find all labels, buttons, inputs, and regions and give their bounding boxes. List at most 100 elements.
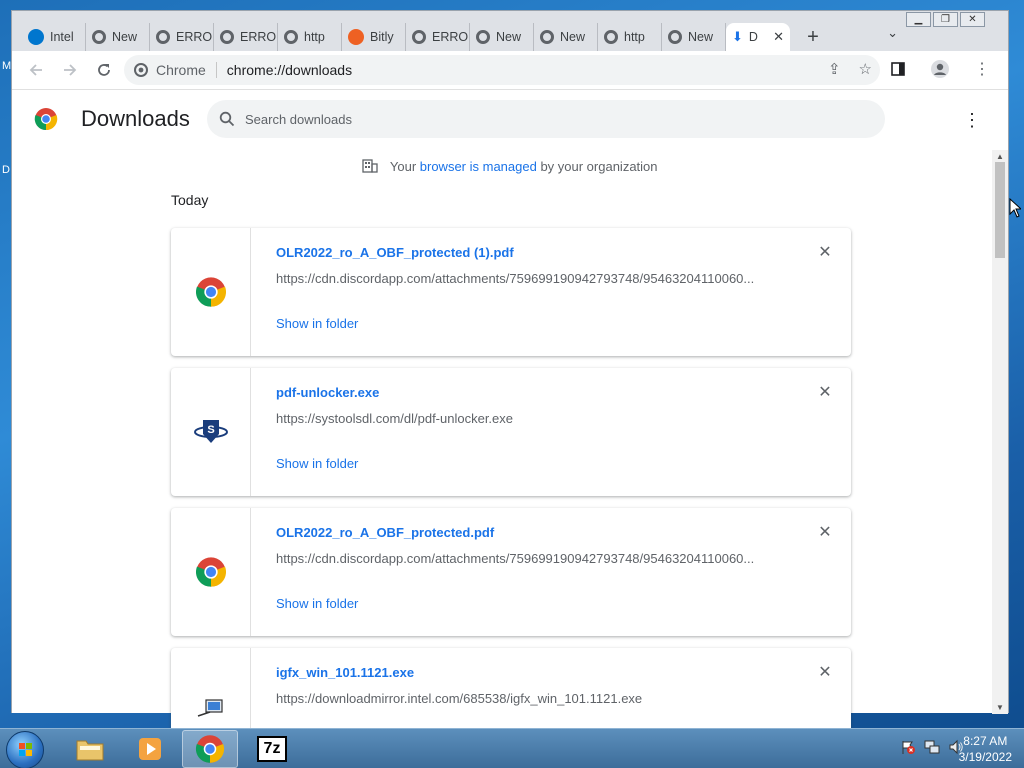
omnibox-actions: ⇪ ☆: [828, 60, 872, 78]
globe-icon: [284, 30, 298, 44]
building-icon: [362, 159, 379, 173]
new-tab-button[interactable]: +: [798, 23, 828, 51]
chrome-logo-icon: [34, 107, 58, 136]
browser-tab[interactable]: ERRO: [214, 23, 278, 51]
chromium-icon: [540, 30, 554, 44]
profile-avatar-icon[interactable]: [926, 55, 954, 83]
tab-title: D: [748, 30, 758, 44]
chromium-icon: [476, 30, 490, 44]
page-scrollbar[interactable]: ▲ ▼: [992, 150, 1008, 714]
reload-icon: [98, 64, 110, 76]
action-center-flag-icon[interactable]: [900, 739, 916, 760]
show-in-folder-link[interactable]: Show in folder: [276, 316, 358, 331]
share-icon[interactable]: ⇪: [828, 60, 841, 78]
browser-tab[interactable]: New: [534, 23, 598, 51]
tab-strip: Intel New ERRO ERRO http Bitly ERRO New New http N…: [12, 23, 1008, 51]
taskbar-clock[interactable]: 8:27 AM 3/19/2022: [959, 733, 1012, 765]
forward-button[interactable]: [54, 54, 86, 86]
file-icon-col: [171, 508, 251, 636]
download-file-name[interactable]: igfx_win_101.1121.exe: [276, 665, 414, 680]
scroll-up-arrow-icon[interactable]: ▲: [996, 152, 1004, 161]
address-bar[interactable]: Chrome chrome://downloads ⇪ ☆: [124, 55, 880, 85]
show-in-folder-link[interactable]: Show in folder: [276, 456, 358, 471]
tab-title: ERRO: [176, 30, 213, 44]
download-file-name[interactable]: pdf-unlocker.exe: [276, 385, 379, 400]
download-item: OLR2022_ro_A_OBF_protected.pdf https://c…: [171, 508, 851, 636]
remove-download-icon[interactable]: ✕: [815, 522, 835, 542]
desktop-edge-label: D: [2, 164, 10, 176]
download-url[interactable]: https://downloadmirror.intel.com/685538/…: [276, 691, 776, 706]
download-file-name[interactable]: OLR2022_ro_A_OBF_protected.pdf: [276, 525, 494, 540]
browser-tab[interactable]: http: [598, 23, 662, 51]
tab-title: New: [496, 30, 522, 44]
clock-time: 8:27 AM: [963, 734, 1008, 748]
scrollbar-thumb[interactable]: [995, 162, 1005, 258]
chrome-menu-icon[interactable]: ⋮: [968, 55, 996, 83]
7zip-icon: 7z: [257, 736, 287, 762]
browser-tab[interactable]: Intel: [22, 23, 86, 51]
download-url[interactable]: https://systoolsdl.com/dl/pdf-unlocker.e…: [276, 411, 776, 426]
download-item: OLR2022_ro_A_OBF_protected (1).pdf https…: [171, 228, 851, 356]
download-item: S pdf-unlocker.exe https://systoolsdl.co…: [171, 368, 851, 496]
browser-tab[interactable]: New: [470, 23, 534, 51]
browser-tab[interactable]: ERRO: [406, 23, 470, 51]
media-player-taskbar-button[interactable]: [122, 730, 178, 768]
site-chip-label: Chrome: [156, 62, 206, 78]
search-box[interactable]: [207, 100, 885, 138]
network-icon[interactable]: [924, 739, 940, 760]
dell-icon: [28, 29, 44, 45]
browser-tab[interactable]: ERRO: [150, 23, 214, 51]
svg-text:S: S: [207, 424, 214, 436]
browser-tab[interactable]: Bitly: [342, 23, 406, 51]
desktop-edge-label: M: [2, 60, 12, 72]
remove-download-icon[interactable]: ✕: [815, 242, 835, 262]
browser-tab[interactable]: http: [278, 23, 342, 51]
downloads-header: Downloads ⋮: [12, 90, 1008, 150]
file-icon-col: S: [171, 368, 251, 496]
tab-search-button[interactable]: ⌄: [887, 25, 898, 41]
downloads-page: Downloads ⋮ Your browser is managed by y…: [12, 89, 1008, 768]
download-url[interactable]: https://cdn.discordapp.com/attachments/7…: [276, 271, 776, 286]
chrome-window: ▁ ❐ ✕ Intel New ERRO ERRO http Bitly ERRO New Ne…: [11, 10, 1009, 768]
active-tab-downloads[interactable]: ⬇ D ✕: [726, 23, 790, 51]
remove-download-icon[interactable]: ✕: [815, 662, 835, 682]
managed-link[interactable]: browser is managed: [420, 159, 537, 174]
url-text[interactable]: chrome://downloads: [227, 62, 352, 78]
globe-icon: [156, 30, 170, 44]
browser-tab[interactable]: New: [86, 23, 150, 51]
bitly-icon: [348, 29, 364, 45]
more-actions-icon[interactable]: ⋮: [962, 106, 982, 134]
show-in-folder-link[interactable]: Show in folder: [276, 596, 358, 611]
chromium-icon: [134, 63, 148, 77]
bookmark-star-icon[interactable]: ☆: [859, 60, 872, 78]
systools-icon: S: [193, 420, 228, 443]
site-chip[interactable]: Chrome: [134, 62, 217, 78]
managed-suffix: by your organization: [536, 159, 658, 174]
download-file-name[interactable]: OLR2022_ro_A_OBF_protected (1).pdf: [276, 245, 514, 260]
file-icon-col: [171, 228, 251, 356]
explorer-taskbar-button[interactable]: [62, 730, 118, 768]
close-tab-icon[interactable]: ✕: [773, 29, 784, 45]
chrome-icon: [195, 735, 225, 763]
reload-button[interactable]: [88, 54, 120, 86]
back-button[interactable]: [20, 54, 52, 86]
tab-title: New: [688, 30, 714, 44]
media-player-icon: [139, 738, 161, 760]
managed-notice: Your browser is managed by your organiza…: [12, 159, 1008, 174]
browser-tab[interactable]: New: [662, 23, 726, 51]
tab-title: http: [624, 30, 645, 44]
start-button[interactable]: [6, 731, 44, 768]
side-panel-icon[interactable]: [884, 55, 912, 83]
tab-title: Intel: [50, 30, 74, 44]
remove-download-icon[interactable]: ✕: [815, 382, 835, 402]
globe-icon: [220, 30, 234, 44]
scroll-down-arrow-icon[interactable]: ▼: [996, 703, 1004, 712]
download-icon: ⬇: [732, 29, 743, 44]
chrome-icon: [195, 277, 226, 307]
clock-date: 3/19/2022: [958, 750, 1012, 764]
download-url[interactable]: https://cdn.discordapp.com/attachments/7…: [276, 551, 776, 566]
7zip-taskbar-button[interactable]: 7z: [244, 730, 300, 768]
search-input[interactable]: [245, 111, 845, 127]
chrome-taskbar-button[interactable]: [182, 730, 238, 768]
tab-title: Bitly: [370, 30, 394, 44]
